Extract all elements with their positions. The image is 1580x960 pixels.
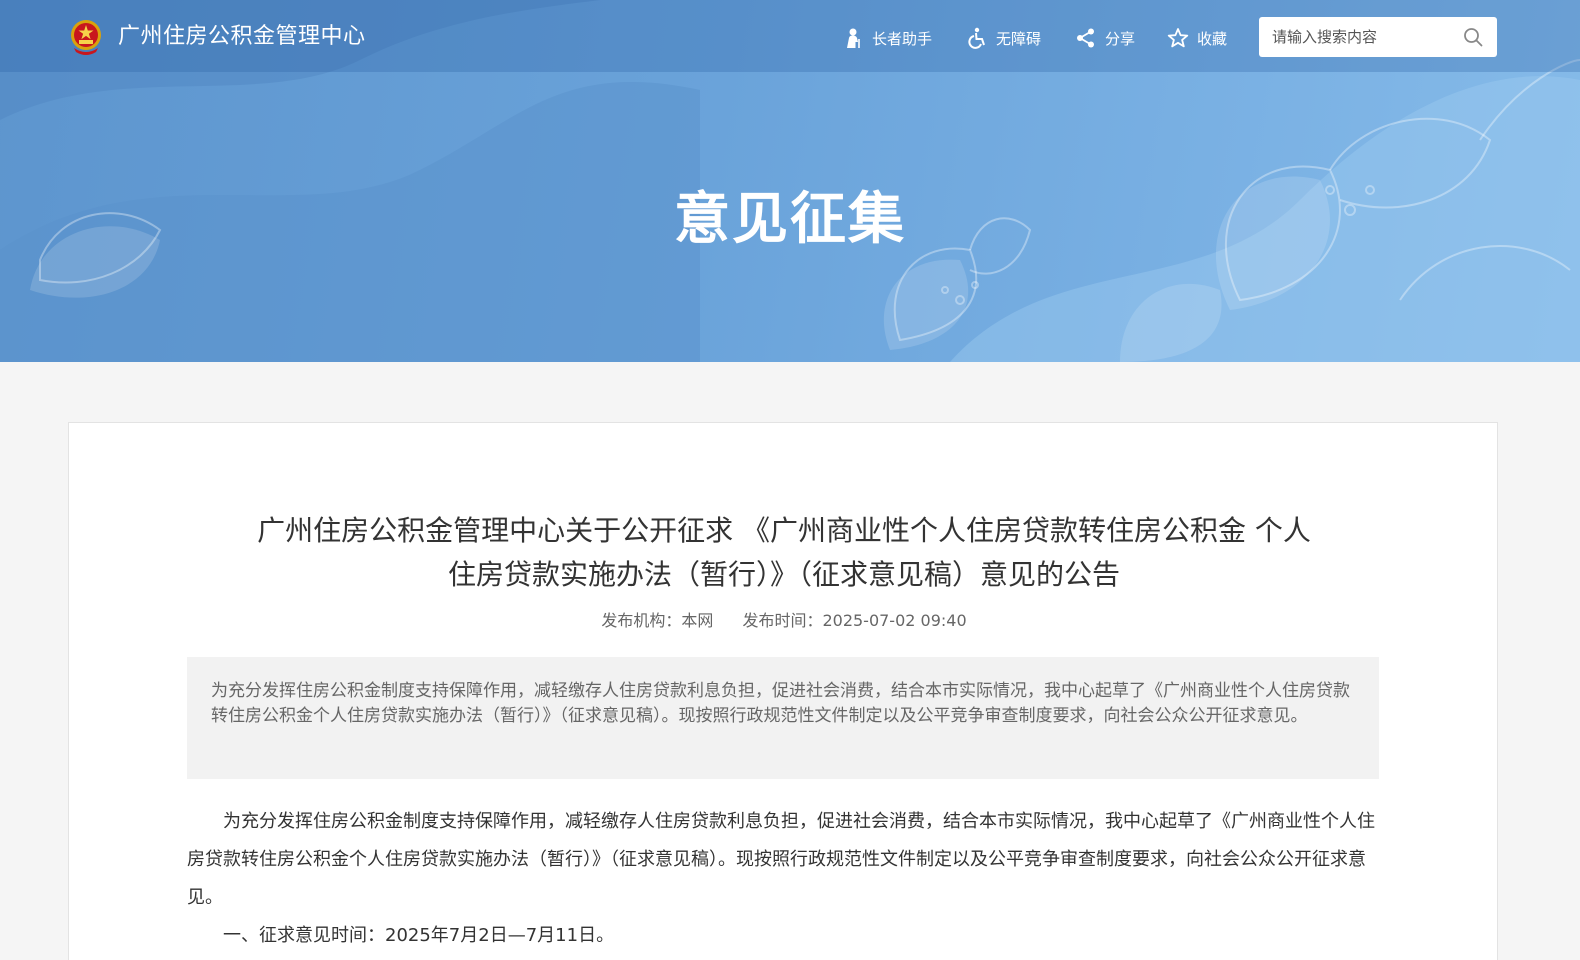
article-body: 为充分发挥住房公积金制度支持保障作用，减轻缴存人住房贷款利息负担，促进社会消费，…: [187, 803, 1379, 955]
share-button[interactable]: 分享: [1075, 24, 1135, 52]
body-paragraph: 一、征求意见时间：2025年7月2日—7月11日。: [223, 925, 615, 946]
site-name[interactable]: 广州住房公积金管理中心: [118, 22, 366, 52]
wheelchair-icon: [968, 27, 985, 49]
national-emblem-icon: [71, 20, 101, 55]
elder-assistant-button[interactable]: 长者助手: [842, 24, 932, 52]
accessibility-label: 无障碍: [996, 29, 1042, 48]
favorite-label: 收藏: [1197, 29, 1228, 48]
banner: 广州住房公积金管理中心 长者助手 无障碍 分享 收藏 请输入搜索内容 意见征集: [0, 0, 1580, 362]
favorite-button[interactable]: 收藏: [1167, 24, 1227, 52]
article-card: 广州住房公积金管理中心关于公开征求 《广州商业性个人住房贷款转住房公积金 个人住…: [68, 422, 1498, 960]
publish-time: 发布时间：2025-07-02 09:40: [742, 611, 967, 630]
article-meta: 发布机构：本网 发布时间：2025-07-02 09:40: [69, 609, 1499, 633]
accessibility-button[interactable]: 无障碍: [966, 24, 1041, 52]
share-icon: [1077, 28, 1094, 48]
elder-assistant-label: 长者助手: [872, 29, 933, 48]
body-paragraph: 为充分发挥住房公积金制度支持保障作用，减轻缴存人住房贷款利息负担，促进社会消费，…: [187, 811, 1375, 908]
share-label: 分享: [1105, 29, 1136, 48]
top-navigation-bar: 广州住房公积金管理中心 长者助手 无障碍 分享 收藏 请输入搜索内容: [0, 0, 1580, 72]
article-summary: 为充分发挥住房公积金制度支持保障作用，减轻缴存人住房贷款利息负担，促进社会消费，…: [187, 657, 1379, 779]
star-icon: [1167, 28, 1189, 48]
article-title: 广州住房公积金管理中心关于公开征求 《广州商业性个人住房贷款转住房公积金 个人住…: [257, 514, 1311, 591]
search-input[interactable]: [1259, 18, 1449, 56]
publisher-info: 发布机构：本网: [601, 611, 714, 630]
elder-person-icon: [847, 28, 860, 48]
banner-title: 意见征集: [674, 187, 906, 252]
search-box: [1259, 17, 1497, 57]
search-icon[interactable]: [1462, 26, 1484, 48]
